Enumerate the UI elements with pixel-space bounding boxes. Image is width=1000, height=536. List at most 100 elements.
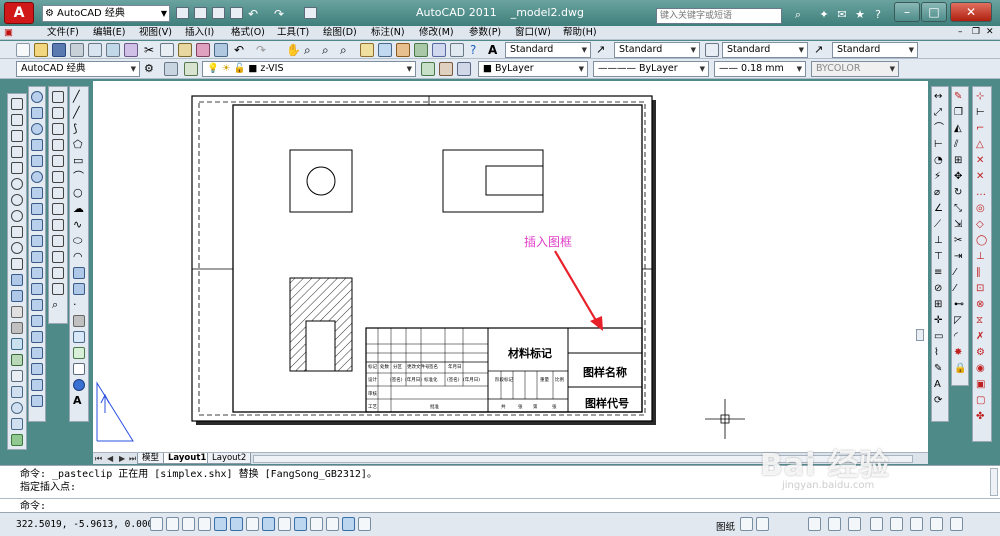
coordinate-readout[interactable]: 322.5019, -5.9613, 0.0000: [16, 519, 159, 530]
gradient-tool-icon[interactable]: [73, 331, 85, 343]
lineweight-select[interactable]: —— 0.18 mm ▼: [714, 61, 806, 77]
ne-iso-icon[interactable]: [52, 219, 64, 231]
loft-icon[interactable]: [31, 251, 43, 263]
menu-parametric[interactable]: 参数(P): [469, 26, 501, 40]
command-scrollbar[interactable]: [990, 468, 998, 496]
dim-space-icon[interactable]: ≡: [934, 267, 946, 279]
doc-close-button[interactable]: ✕: [986, 27, 994, 37]
table-style-select[interactable]: Standard ▼: [722, 42, 808, 58]
snap-from-icon[interactable]: ⊢: [976, 107, 988, 119]
join-icon[interactable]: ⊷: [954, 299, 966, 311]
slice-icon[interactable]: [31, 363, 43, 375]
layer-states-icon[interactable]: [457, 62, 471, 76]
snap-midpoint-icon[interactable]: △: [976, 139, 988, 151]
pan-icon[interactable]: ✋: [286, 43, 301, 57]
cut-icon[interactable]: ✂: [142, 43, 156, 57]
break-icon[interactable]: ⁄: [954, 283, 966, 295]
doc-minimize-button[interactable]: –: [958, 27, 963, 37]
new-icon[interactable]: [16, 43, 30, 57]
isolate-objects-button[interactable]: [930, 517, 943, 531]
torus-icon[interactable]: [31, 171, 43, 183]
ellipse-tool-icon[interactable]: ⬭: [73, 235, 85, 247]
snap-face-icon[interactable]: ▣: [976, 379, 988, 391]
tab-last-icon[interactable]: ⏭: [129, 454, 136, 464]
planar-surface-icon[interactable]: [31, 299, 43, 311]
arc-tool-icon[interactable]: ⌒: [73, 171, 85, 183]
union-icon[interactable]: [31, 315, 43, 327]
annotation-scale-button[interactable]: [828, 517, 841, 531]
snap-endpoint-icon[interactable]: ⌐: [976, 123, 988, 135]
xline-tool-icon[interactable]: ╱: [73, 107, 85, 119]
snap-apparent-icon[interactable]: ✕: [976, 171, 988, 183]
undo-icon[interactable]: ↶: [248, 7, 261, 21]
center-mark-icon[interactable]: ✛: [934, 315, 946, 327]
quick-dim-icon[interactable]: ⟋: [934, 219, 946, 231]
snap-none-icon[interactable]: ✗: [976, 331, 988, 343]
extrude-icon[interactable]: [31, 203, 43, 215]
ellipse-icon[interactable]: [11, 242, 23, 254]
revcloud-icon[interactable]: [11, 210, 23, 222]
help-icon[interactable]: ?: [470, 43, 484, 57]
fillet-icon[interactable]: ◜: [954, 331, 966, 343]
presspull-icon[interactable]: [31, 267, 43, 279]
array-icon[interactable]: ⊞: [954, 155, 966, 167]
new-file-icon[interactable]: [176, 7, 189, 19]
tab-next-icon[interactable]: ▶: [119, 454, 125, 463]
plotstyle-select[interactable]: BYCOLOR ▼: [811, 61, 899, 77]
dim-break-icon[interactable]: ⊘: [934, 283, 946, 295]
snap-extension-icon[interactable]: …: [976, 187, 988, 199]
clean-screen-button[interactable]: [950, 517, 963, 531]
menu-draw[interactable]: 绘图(D): [323, 26, 357, 40]
menu-view[interactable]: 视图(V): [139, 26, 172, 40]
properties-icon[interactable]: [360, 43, 374, 57]
dynamic-ucs-button[interactable]: [278, 517, 291, 531]
snap-tangent-icon[interactable]: ◯: [976, 235, 988, 247]
hatch-tool-icon[interactable]: [73, 315, 85, 327]
menu-format[interactable]: 格式(O): [231, 26, 265, 40]
spline-tool-icon[interactable]: ∿: [73, 219, 85, 231]
polyline-icon[interactable]: [11, 130, 23, 142]
explode-icon[interactable]: ✸: [954, 347, 966, 359]
point-tool-icon[interactable]: ·: [73, 299, 85, 311]
layer-properties-icon[interactable]: [184, 62, 198, 76]
break-at-point-icon[interactable]: ⁄: [954, 267, 966, 279]
snap-nearest-icon[interactable]: ⧖: [976, 315, 988, 327]
table-icon[interactable]: [11, 370, 23, 382]
wedge-icon[interactable]: [31, 155, 43, 167]
layer-select[interactable]: 💡 ☀ 🔓 ■ z-VIS ▼: [202, 61, 416, 77]
pyramid-icon[interactable]: [31, 187, 43, 199]
continue-icon[interactable]: ⊤: [934, 251, 946, 263]
camera-icon[interactable]: [52, 251, 64, 263]
bottom-view-icon[interactable]: [52, 107, 64, 119]
mtext-icon[interactable]: [11, 386, 23, 398]
donut-icon[interactable]: [11, 402, 23, 414]
orbit-icon[interactable]: [52, 267, 64, 279]
ellipse-arc-icon[interactable]: [11, 258, 23, 270]
snap-knot-icon[interactable]: ✤: [976, 411, 988, 423]
tab-layout2[interactable]: Layout2: [207, 453, 252, 464]
snap-edge-icon[interactable]: ▢: [976, 395, 988, 407]
text-style-select[interactable]: Standard ▼: [505, 42, 591, 58]
layer-previous-icon[interactable]: [439, 62, 453, 76]
grid-display-button[interactable]: [182, 517, 195, 531]
polar-tracking-button[interactable]: [214, 517, 227, 531]
menu-edit[interactable]: 编辑(E): [93, 26, 125, 40]
cone-icon[interactable]: [31, 139, 43, 151]
plot-icon[interactable]: [70, 43, 84, 57]
space-toggle[interactable]: 图纸: [716, 519, 735, 533]
block-editor-icon[interactable]: [214, 43, 228, 57]
dim-update-icon[interactable]: ⟳: [934, 395, 946, 407]
inspection-icon[interactable]: ▭: [934, 331, 946, 343]
snap-node-icon[interactable]: ⊗: [976, 299, 988, 311]
dim-edit-icon[interactable]: ✎: [934, 363, 946, 375]
left-view-icon[interactable]: [52, 123, 64, 135]
quick-properties-button[interactable]: [342, 517, 355, 531]
open-icon[interactable]: [34, 43, 48, 57]
workspace-icon[interactable]: [164, 62, 178, 76]
save-icon[interactable]: [212, 7, 225, 19]
make-current-layer-icon[interactable]: [421, 62, 435, 76]
snap-insert-icon[interactable]: ⊡: [976, 283, 988, 295]
workspace-switcher[interactable]: ⚙ AutoCAD 经典 ▼: [42, 5, 170, 22]
tab-first-icon[interactable]: ⏮: [95, 454, 102, 464]
quickcalc-icon[interactable]: [450, 43, 464, 57]
